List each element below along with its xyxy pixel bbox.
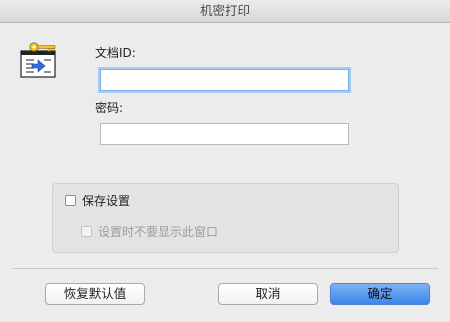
ok-button[interactable]: 确定 — [330, 283, 430, 305]
doc-id-label: 文档ID: — [95, 46, 136, 60]
save-settings-label: 保存设置 — [82, 194, 131, 208]
confidential-print-dialog: 机密打印 文档ID: 密码: 保存设置 设置时不要显示此窗口 恢复默认值 取消 … — [0, 0, 450, 322]
cancel-button[interactable]: 取消 — [218, 283, 318, 305]
save-settings-checkbox-row[interactable]: 保存设置 — [65, 192, 130, 209]
save-settings-checkbox[interactable] — [65, 195, 76, 206]
window-title: 机密打印 — [0, 0, 450, 23]
password-input[interactable] — [100, 123, 349, 145]
dont-show-label: 设置时不要显示此窗口 — [98, 225, 219, 239]
dont-show-checkbox-row: 设置时不要显示此窗口 — [81, 223, 218, 240]
doc-id-input[interactable] — [100, 69, 349, 91]
password-label: 密码: — [95, 101, 124, 115]
button-separator — [12, 268, 438, 269]
restore-defaults-button[interactable]: 恢复默认值 — [45, 283, 145, 305]
key-document-icon — [20, 42, 56, 78]
dont-show-checkbox — [81, 226, 92, 237]
